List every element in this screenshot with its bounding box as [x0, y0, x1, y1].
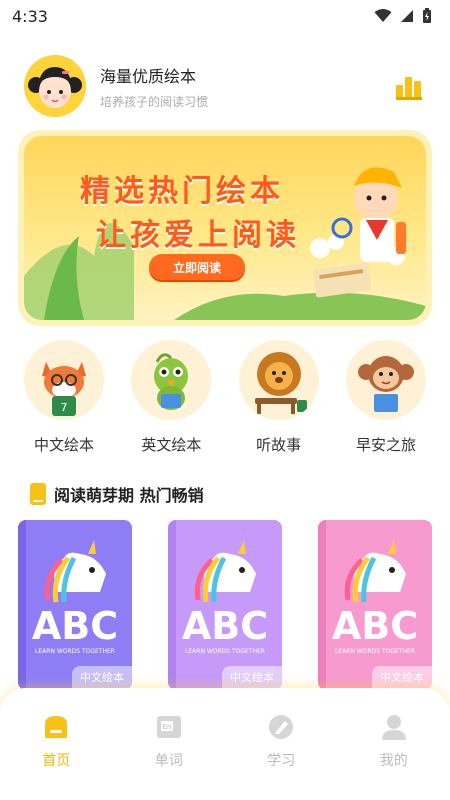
signal-icon: [401, 10, 413, 22]
status-bar: 4:33: [0, 0, 450, 32]
category-row: 7 中文绘本 英文绘本 听故事 早安之旅: [14, 340, 436, 455]
tab-label: 我的: [379, 753, 408, 769]
category-listen-stories[interactable]: 听故事: [229, 340, 329, 455]
category-english-books[interactable]: 英文绘本: [121, 340, 221, 455]
wifi-icon: [374, 9, 392, 22]
category-label: 听故事: [256, 436, 302, 454]
category-label: 英文绘本: [141, 436, 202, 454]
status-time: 4:33: [12, 6, 48, 26]
book-card[interactable]: ABC LEARN WORDS TOGETHER 中文绘本: [18, 520, 132, 690]
book-card[interactable]: ABC LEARN WORDS TOGETHER 中文绘本: [168, 520, 282, 690]
battery-icon: [423, 8, 431, 23]
book-cover-title: ABC: [31, 604, 119, 648]
banner-subheadline: 让孩爱上阅读: [96, 218, 300, 253]
book-cover-subtitle: LEARN WORDS TOGETHER: [185, 648, 265, 655]
category-label: 中文绘本: [33, 436, 94, 454]
book-tag: 中文绘本: [222, 666, 282, 688]
banner-headline: 精选热门绘本: [80, 174, 284, 209]
tab-profile[interactable]: 我的: [354, 712, 434, 800]
tab-home[interactable]: 首页: [16, 712, 96, 800]
lion-icon: [238, 340, 319, 420]
banner-inner: 精选热门绘本 让孩爱上阅读 立即阅读: [24, 136, 426, 320]
book-cover-subtitle: LEARN WORDS TOGETHER: [35, 648, 115, 655]
svg-text:En: En: [162, 723, 171, 731]
header-subtitle: 培养孩子的阅读习惯: [100, 94, 209, 109]
tab-label: 首页: [42, 753, 71, 769]
tab-label: 单词: [154, 753, 183, 769]
status-icons: [374, 8, 432, 24]
category-chinese-books[interactable]: 7 中文绘本: [14, 340, 114, 455]
study-icon: [269, 715, 294, 739]
read-now-button[interactable]: 立即阅读: [149, 254, 245, 280]
bookshelf-icon[interactable]: [394, 71, 424, 101]
book-card[interactable]: ABC LEARN WORDS TOGETHER 中文绘本: [318, 520, 432, 690]
section-header: 阅读萌芽期 热门畅销: [30, 482, 204, 506]
category-label: 早安之旅: [355, 436, 416, 454]
home-icon: [45, 716, 68, 738]
monkey-reading-icon: [345, 340, 426, 420]
promo-banner[interactable]: 精选热门绘本 让孩爱上阅读 立即阅读: [18, 130, 432, 326]
parrot-reading-icon: [131, 340, 212, 420]
book-tag: 中文绘本: [72, 666, 132, 688]
avatar[interactable]: [24, 55, 86, 117]
section-title: 阅读萌芽期 热门畅销: [54, 486, 204, 505]
tab-words[interactable]: En 单词: [129, 712, 209, 800]
book-cover-title: ABC: [181, 604, 269, 648]
profile-header: 海量优质绘本 培养孩子的阅读习惯: [24, 54, 424, 118]
book-carousel: ABC LEARN WORDS TOGETHER 中文绘本 ABC LEARN …: [18, 520, 448, 690]
book-cover-title: ABC: [331, 604, 419, 648]
category-morning-trip[interactable]: 早安之旅: [336, 340, 436, 455]
profile-icon: [381, 715, 406, 740]
bottom-tab-bar: 首页 En 单词 学习 我的: [0, 688, 450, 800]
tab-label: 学习: [267, 753, 296, 769]
header-text: 海量优质绘本 培养孩子的阅读习惯: [100, 63, 394, 110]
book-tag: 中文绘本: [372, 666, 432, 688]
tab-study[interactable]: 学习: [241, 712, 321, 800]
book-icon: [30, 483, 46, 505]
svg-text:7: 7: [61, 401, 68, 414]
word-icon: En: [156, 716, 181, 738]
book-cover-subtitle: LEARN WORDS TOGETHER: [335, 648, 415, 655]
header-title: 海量优质绘本: [100, 66, 197, 86]
fox-reading-icon: 7: [24, 340, 104, 420]
